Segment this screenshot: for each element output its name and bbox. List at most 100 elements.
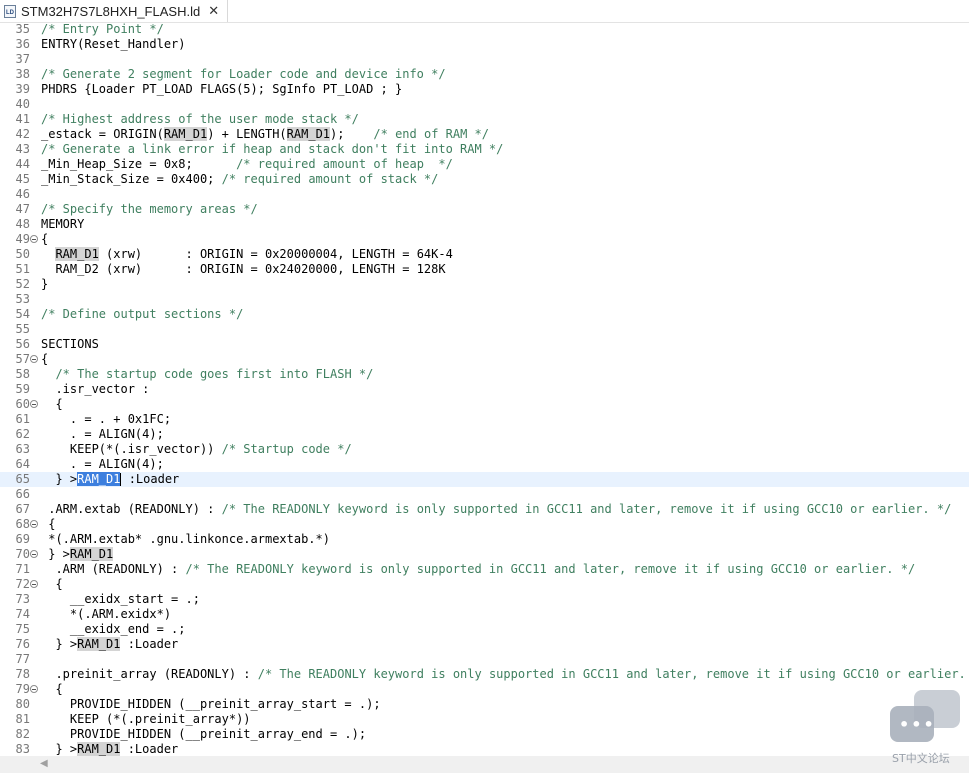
code-line[interactable]: 63 KEEP(*(.isr_vector)) /* Startup code …: [0, 442, 969, 457]
code-line[interactable]: 78 .preinit_array (READONLY) : /* The RE…: [0, 667, 969, 682]
code-text[interactable]: {: [41, 397, 62, 412]
code-line[interactable]: 53: [0, 292, 969, 307]
code-line[interactable]: 76 } >RAM_D1 :Loader: [0, 637, 969, 652]
fold-toggle-icon[interactable]: [30, 235, 38, 243]
code-line[interactable]: 37: [0, 52, 969, 67]
code-text[interactable]: /* Define output sections */: [41, 307, 243, 322]
code-line[interactable]: 41 /* Highest address of the user mode st…: [0, 112, 969, 127]
code-line[interactable]: 44 _Min_Heap_Size = 0x8; /* required amou…: [0, 157, 969, 172]
code-text[interactable]: /* Generate a link error if heap and sta…: [41, 142, 503, 157]
code-line[interactable]: 70 } >RAM_D1: [0, 547, 969, 562]
code-text[interactable]: } >RAM_D1: [41, 547, 114, 562]
tab-linker-script[interactable]: LD STM32H7S7L8HXH_FLASH.ld ✕: [0, 0, 229, 22]
code-text[interactable]: {: [41, 577, 62, 592]
fold-toggle-icon[interactable]: [30, 520, 38, 528]
code-text[interactable]: /* Specify the memory areas */: [41, 202, 258, 217]
code-line[interactable]: 51 RAM_D2 (xrw) : ORIGIN = 0x24020000, L…: [0, 262, 969, 277]
fold-toggle-icon[interactable]: [30, 685, 38, 693]
code-text[interactable]: KEEP(*(.isr_vector)) /* Startup code */: [41, 442, 352, 457]
close-tab-icon[interactable]: ✕: [208, 3, 219, 19]
code-text[interactable]: *(.ARM.extab* .gnu.linkonce.armextab.*): [41, 532, 330, 547]
code-line[interactable]: 72 {: [0, 577, 969, 592]
fold-toggle-icon[interactable]: [30, 355, 38, 363]
code-line[interactable]: 43 /* Generate a link error if heap and s…: [0, 142, 969, 157]
code-text[interactable]: /* The startup code goes first into FLAS…: [41, 367, 373, 382]
code-line[interactable]: 75 __exidx_end = .;: [0, 622, 969, 637]
code-line[interactable]: 52}: [0, 277, 969, 292]
code-line[interactable]: 49 {: [0, 232, 969, 247]
code-line[interactable]: 68 {: [0, 517, 969, 532]
code-text[interactable]: .ARM (READONLY) : /* The READONLY keywor…: [41, 562, 915, 577]
code-line[interactable]: 56 SECTIONS: [0, 337, 969, 352]
code-text[interactable]: PROVIDE_HIDDEN (__preinit_array_end = .)…: [41, 727, 366, 742]
code-text[interactable]: . = ALIGN(4);: [41, 427, 164, 442]
code-text[interactable]: __exidx_start = .;: [41, 592, 200, 607]
code-line[interactable]: 69 *(.ARM.extab* .gnu.linkonce.armextab.…: [0, 532, 969, 547]
code-line[interactable]: 35 /* Entry Point */: [0, 22, 969, 37]
code-line[interactable]: 38 /* Generate 2 segment for Loader code …: [0, 67, 969, 82]
code-text[interactable]: /* Highest address of the user mode stac…: [41, 112, 359, 127]
code-line[interactable]: 61 . = . + 0x1FC;: [0, 412, 969, 427]
code-line[interactable]: 62 . = ALIGN(4);: [0, 427, 969, 442]
code-text[interactable]: } >RAM_D1 :Loader: [41, 472, 179, 487]
fold-toggle-icon[interactable]: [30, 550, 38, 558]
code-line[interactable]: 47 /* Specify the memory areas */: [0, 202, 969, 217]
code-text[interactable]: KEEP (*(.preinit_array*)): [41, 712, 251, 727]
code-line[interactable]: 59 .isr_vector :: [0, 382, 969, 397]
code-text[interactable]: .ARM.extab (READONLY) : /* The READONLY …: [41, 502, 951, 517]
scroll-left-icon[interactable]: ◀: [40, 758, 48, 769]
code-text[interactable]: {: [41, 682, 62, 697]
code-line[interactable]: 83 } >RAM_D1 :Loader: [0, 742, 969, 756]
code-text[interactable]: . = . + 0x1FC;: [41, 412, 171, 427]
code-line[interactable]: 80 PROVIDE_HIDDEN (__preinit_array_start…: [0, 697, 969, 712]
code-line[interactable]: 77: [0, 652, 969, 667]
code-line[interactable]: 82 PROVIDE_HIDDEN (__preinit_array_end =…: [0, 727, 969, 742]
code-line[interactable]: 58 /* The startup code goes first into F…: [0, 367, 969, 382]
fold-toggle-icon[interactable]: [30, 400, 38, 408]
code-text[interactable]: ENTRY(Reset_Handler): [41, 37, 186, 52]
code-text[interactable]: _Min_Heap_Size = 0x8; /* required amount…: [41, 157, 453, 172]
code-text[interactable]: .isr_vector :: [41, 382, 149, 397]
code-line[interactable]: 66: [0, 487, 969, 502]
code-editor[interactable]: 35 /* Entry Point */ 36 ENTRY(Reset_Handler…: [0, 22, 969, 756]
code-line[interactable]: 64 . = ALIGN(4);: [0, 457, 969, 472]
code-text[interactable]: {: [41, 352, 48, 367]
code-line[interactable]: 36 ENTRY(Reset_Handler): [0, 37, 969, 52]
code-line[interactable]: 39 PHDRS {Loader PT_LOAD FLAGS(5); SgInfo…: [0, 82, 969, 97]
code-line[interactable]: 48 MEMORY: [0, 217, 969, 232]
code-line[interactable]: 54 /* Define output sections */: [0, 307, 969, 322]
code-text[interactable]: __exidx_end = .;: [41, 622, 186, 637]
code-line[interactable]: 42 _estack = ORIGIN(RAM_D1) + LENGTH(RAM_…: [0, 127, 969, 142]
code-text[interactable]: SECTIONS: [41, 337, 99, 352]
horizontal-scrollbar[interactable]: ◀: [0, 756, 969, 773]
code-line[interactable]: 60 {: [0, 397, 969, 412]
code-text[interactable]: {: [41, 517, 55, 532]
code-line[interactable]: 46: [0, 187, 969, 202]
code-line[interactable]: 74 *(.ARM.exidx*): [0, 607, 969, 622]
code-text[interactable]: RAM_D1 (xrw) : ORIGIN = 0x20000004, LENG…: [41, 247, 453, 262]
fold-toggle-icon[interactable]: [30, 580, 38, 588]
code-text[interactable]: . = ALIGN(4);: [41, 457, 164, 472]
code-text[interactable]: .preinit_array (READONLY) : /* The READO…: [41, 667, 969, 682]
code-text[interactable]: RAM_D2 (xrw) : ORIGIN = 0x24020000, LENG…: [41, 262, 445, 277]
code-text[interactable]: }: [41, 277, 48, 292]
code-text[interactable]: } >RAM_D1 :Loader: [41, 637, 178, 652]
code-text[interactable]: /* Entry Point */: [41, 22, 164, 37]
code-line[interactable]: 71 .ARM (READONLY) : /* The READONLY key…: [0, 562, 969, 577]
code-text[interactable]: _Min_Stack_Size = 0x400; /* required amo…: [41, 172, 438, 187]
code-line[interactable]: 57 {: [0, 352, 969, 367]
code-line[interactable]: 45 _Min_Stack_Size = 0x400; /* required a…: [0, 172, 969, 187]
code-text[interactable]: *(.ARM.exidx*): [41, 607, 171, 622]
code-text[interactable]: MEMORY: [41, 217, 84, 232]
code-text[interactable]: PHDRS {Loader PT_LOAD FLAGS(5); SgInfo P…: [41, 82, 402, 97]
code-text[interactable]: } >RAM_D1 :Loader: [41, 742, 178, 756]
code-line[interactable]: 67 .ARM.extab (READONLY) : /* The READON…: [0, 502, 969, 517]
code-text[interactable]: /* Generate 2 segment for Loader code an…: [41, 67, 446, 82]
code-line[interactable]: 81 KEEP (*(.preinit_array*)): [0, 712, 969, 727]
code-line[interactable]: 73 __exidx_start = .;: [0, 592, 969, 607]
code-text[interactable]: _estack = ORIGIN(RAM_D1) + LENGTH(RAM_D1…: [41, 127, 489, 142]
code-line[interactable]: 55: [0, 322, 969, 337]
code-line[interactable]: 79 {: [0, 682, 969, 697]
code-line[interactable]: 50 RAM_D1 (xrw) : ORIGIN = 0x20000004, L…: [0, 247, 969, 262]
code-line[interactable]: 65 } >RAM_D1 :Loader: [0, 472, 969, 487]
